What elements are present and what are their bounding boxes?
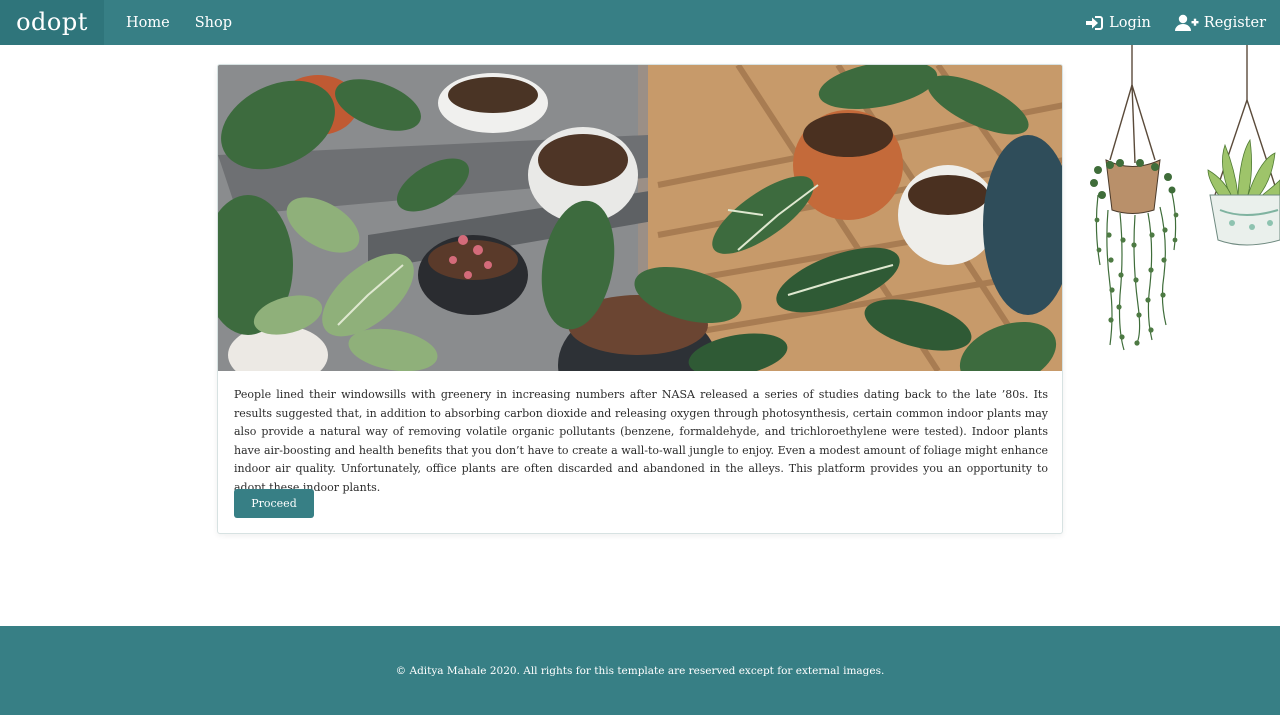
- nav-links: Home Shop: [126, 15, 232, 31]
- card-body: People lined their windowsills with gree…: [234, 386, 1048, 497]
- footer: © Aditya Mahale 2020. All rights for thi…: [0, 626, 1280, 715]
- register-link[interactable]: Register: [1174, 14, 1266, 31]
- intro-card: People lined their windowsills with gree…: [217, 64, 1063, 534]
- nav-shop-link[interactable]: Shop: [195, 15, 232, 31]
- hanging-plants-illustration: [1080, 45, 1280, 365]
- login-label: Login: [1109, 14, 1151, 31]
- user-plus-icon: [1174, 14, 1199, 31]
- nav-right: Login Register: [1085, 14, 1266, 31]
- brand-logo[interactable]: odopt: [0, 0, 104, 45]
- brand-text: odopt: [16, 7, 88, 36]
- footer-copyright: © Aditya Mahale 2020. All rights for thi…: [395, 664, 885, 677]
- proceed-button[interactable]: Proceed: [234, 489, 314, 518]
- register-label: Register: [1203, 14, 1266, 31]
- navbar: odopt Home Shop Login Register: [0, 0, 1280, 45]
- nav-home-link[interactable]: Home: [126, 15, 170, 31]
- login-link[interactable]: Login: [1085, 15, 1151, 31]
- intro-description: People lined their windowsills with gree…: [234, 388, 1048, 494]
- plants-hero-image: [218, 65, 1062, 371]
- sign-in-icon: [1085, 15, 1104, 31]
